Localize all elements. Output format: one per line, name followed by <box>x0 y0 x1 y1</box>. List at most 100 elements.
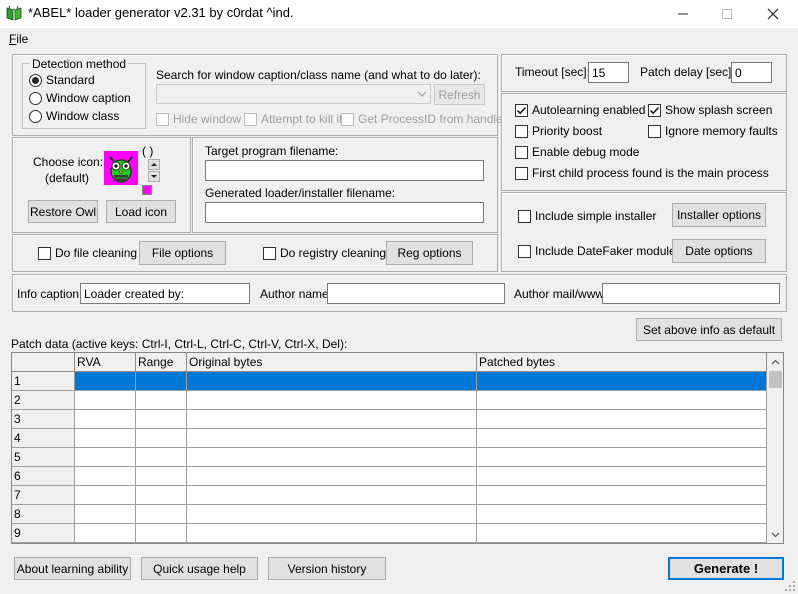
file-options-button[interactable]: File options <box>139 241 226 265</box>
radio-window-caption[interactable]: Window caption <box>29 91 131 105</box>
registry-cleaning-checkbox[interactable]: Do registry cleaning <box>263 246 386 260</box>
grid-header-original[interactable]: Original bytes <box>187 353 477 372</box>
grid-row-header[interactable]: 4 <box>12 429 75 448</box>
version-history-button[interactable]: Version history <box>268 557 386 580</box>
scroll-up-button[interactable] <box>767 353 783 370</box>
grid-row-header[interactable]: 6 <box>12 467 75 486</box>
grid-cell[interactable] <box>477 429 767 448</box>
datefaker-checkbox[interactable]: Include DateFaker module <box>518 244 676 258</box>
grid-cell[interactable] <box>136 486 187 505</box>
resize-grip-icon[interactable] <box>784 580 796 592</box>
grid-cell[interactable] <box>187 372 477 391</box>
grid-cell[interactable] <box>75 524 136 543</box>
date-options-button[interactable]: Date options <box>672 239 766 263</box>
grid-cell[interactable] <box>477 410 767 429</box>
grid-row-header[interactable]: 7 <box>12 486 75 505</box>
grid-cell[interactable] <box>136 372 187 391</box>
debug-mode-checkbox[interactable]: Enable debug mode <box>515 145 639 159</box>
quick-usage-help-button[interactable]: Quick usage help <box>141 557 258 580</box>
radio-window-class[interactable]: Window class <box>29 109 119 123</box>
simple-installer-checkbox[interactable]: Include simple installer <box>518 209 656 223</box>
grid-cell[interactable] <box>187 505 477 524</box>
splash-checkbox[interactable]: Show splash screen <box>648 103 772 117</box>
grid-cell[interactable] <box>136 448 187 467</box>
grid-cell[interactable] <box>187 467 477 486</box>
transparent-color-swatch[interactable] <box>142 185 152 195</box>
grid-row-header[interactable]: 9 <box>12 524 75 543</box>
patch-delay-input[interactable]: 0 <box>731 62 772 83</box>
grid-cell[interactable] <box>75 467 136 486</box>
close-button[interactable] <box>750 0 796 28</box>
owl-icon[interactable] <box>104 151 138 185</box>
restore-owl-button[interactable]: Restore Owl <box>28 200 98 223</box>
grid-cell[interactable] <box>187 524 477 543</box>
generated-filename-input[interactable] <box>205 202 484 223</box>
first-child-checkbox[interactable]: First child process found is the main pr… <box>515 166 769 180</box>
grid-cell[interactable] <box>187 429 477 448</box>
grid-header-patched[interactable]: Patched bytes <box>477 353 767 372</box>
icon-down-button[interactable] <box>148 171 160 182</box>
maximize-button[interactable] <box>704 0 750 28</box>
about-learning-button[interactable]: About learning ability <box>14 557 131 580</box>
grid-cell[interactable] <box>187 486 477 505</box>
patch-grid[interactable]: RVA Range Original bytes Patched bytes 1… <box>11 352 784 544</box>
grid-cell[interactable] <box>187 448 477 467</box>
generate-button[interactable]: Generate ! <box>668 557 784 580</box>
grid-cell[interactable] <box>477 467 767 486</box>
grid-cell[interactable] <box>187 391 477 410</box>
grid-cell[interactable] <box>75 448 136 467</box>
target-filename-input[interactable] <box>205 160 484 181</box>
grid-header-rva[interactable]: RVA <box>75 353 136 372</box>
grid-scrollbar[interactable] <box>767 353 783 543</box>
load-icon-button[interactable]: Load icon <box>106 200 176 223</box>
grid-row-header[interactable]: 3 <box>12 410 75 429</box>
menu-file[interactable]: File <box>9 32 28 46</box>
author-mail-input[interactable] <box>602 283 780 304</box>
hide-window-checkbox[interactable]: Hide window <box>156 112 241 126</box>
grid-cell[interactable] <box>477 391 767 410</box>
icon-up-button[interactable] <box>148 159 160 170</box>
priority-boost-checkbox[interactable]: Priority boost <box>515 124 602 138</box>
grid-cell[interactable] <box>477 372 767 391</box>
grid-cell[interactable] <box>136 429 187 448</box>
grid-row-header[interactable]: 2 <box>12 391 75 410</box>
grid-cell[interactable] <box>75 391 136 410</box>
scroll-thumb[interactable] <box>769 371 782 388</box>
grid-cell[interactable] <box>136 524 187 543</box>
grid-cell[interactable] <box>477 524 767 543</box>
attempt-kill-checkbox[interactable]: Attempt to kill it <box>244 112 342 126</box>
minimize-button[interactable] <box>660 0 706 28</box>
grid-cell[interactable] <box>136 505 187 524</box>
grid-cell[interactable] <box>477 448 767 467</box>
grid-cell[interactable] <box>75 429 136 448</box>
scroll-down-button[interactable] <box>767 526 783 543</box>
timeout-input[interactable]: 15 <box>588 62 629 83</box>
grid-cell[interactable] <box>477 505 767 524</box>
search-label: Search for window caption/class name (an… <box>156 68 481 82</box>
file-cleaning-checkbox[interactable]: Do file cleaning <box>38 246 137 260</box>
search-combobox[interactable] <box>156 84 431 104</box>
grid-header-range[interactable]: Range <box>136 353 187 372</box>
grid-cell[interactable] <box>187 410 477 429</box>
refresh-button[interactable]: Refresh <box>434 84 485 105</box>
grid-cell[interactable] <box>75 505 136 524</box>
grid-cell[interactable] <box>136 391 187 410</box>
grid-cell[interactable] <box>75 486 136 505</box>
get-pid-checkbox[interactable]: Get ProcessID from handle <box>341 112 503 126</box>
info-caption-input[interactable]: Loader created by: <box>80 283 250 304</box>
radio-standard[interactable]: Standard <box>29 73 95 87</box>
grid-cell[interactable] <box>477 486 767 505</box>
grid-cell[interactable] <box>75 410 136 429</box>
grid-row-header[interactable]: 8 <box>12 505 75 524</box>
installer-options-button[interactable]: Installer options <box>672 203 766 227</box>
reg-options-button[interactable]: Reg options <box>386 241 473 265</box>
ignore-memory-checkbox[interactable]: Ignore memory faults <box>648 124 778 138</box>
grid-row-header[interactable]: 5 <box>12 448 75 467</box>
autolearning-checkbox[interactable]: Autolearning enabled <box>515 103 645 117</box>
grid-cell[interactable] <box>136 410 187 429</box>
grid-cell[interactable] <box>75 372 136 391</box>
set-default-button[interactable]: Set above info as default <box>636 318 782 341</box>
grid-cell[interactable] <box>136 467 187 486</box>
author-name-input[interactable] <box>327 283 505 304</box>
grid-row-header[interactable]: 1 <box>12 372 75 391</box>
